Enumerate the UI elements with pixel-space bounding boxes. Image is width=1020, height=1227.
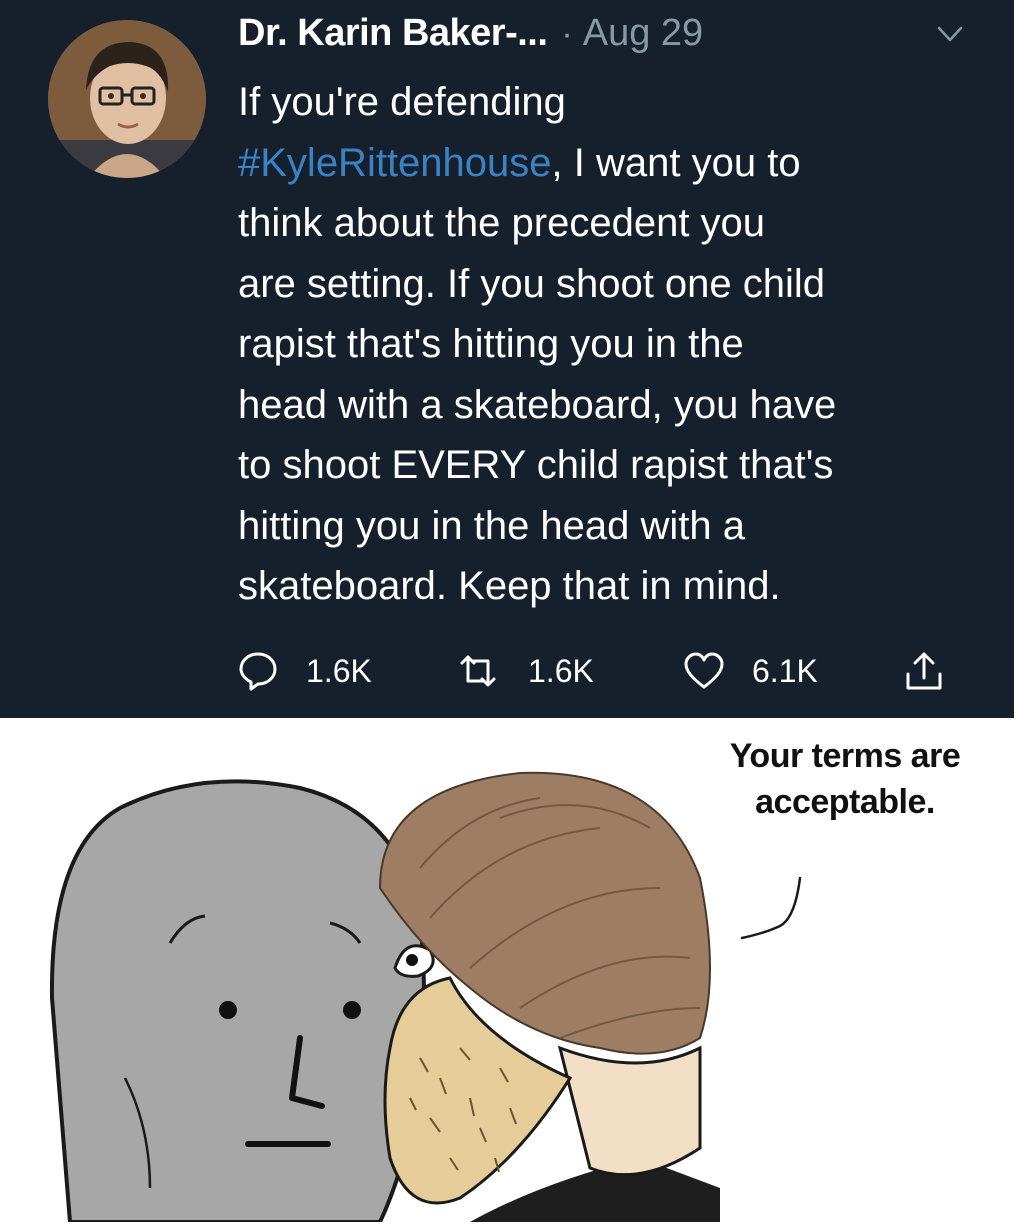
- tweet-line: are setting. If you shoot one child: [238, 261, 826, 306]
- tweet-line: hitting you in the head with a: [238, 503, 746, 548]
- avatar[interactable]: [48, 20, 206, 178]
- tweet-line: rapist that's hitting you in the: [238, 322, 744, 366]
- heart-icon: [684, 652, 724, 689]
- action-bar: 1.6K 1.6K 6.1K: [236, 642, 976, 700]
- tweet-line: If you're defending: [238, 80, 566, 124]
- reply-count: 1.6K: [306, 652, 372, 689]
- chevron-down-icon[interactable]: [935, 22, 965, 46]
- retweet-icon: [460, 655, 496, 687]
- speech-bubble-icon: [239, 652, 277, 691]
- speech-line: acceptable.: [755, 783, 935, 821]
- speech-line: Your terms are: [729, 737, 961, 775]
- separator-dot: ·: [561, 15, 573, 53]
- tweet-line: think about the precedent you: [238, 201, 766, 245]
- hashtag-link[interactable]: #KyleRittenhouse: [238, 141, 552, 185]
- tweet-date[interactable]: Aug 29: [583, 12, 703, 55]
- image-border: [1014, 0, 1020, 718]
- reply-button[interactable]: 1.6K: [236, 642, 372, 700]
- tweet-line: #KyleRittenhouse, I want you to: [238, 133, 998, 194]
- tweet-line-text: , I want you to: [551, 140, 801, 185]
- author-name[interactable]: Dr. Karin Baker-...: [238, 12, 548, 55]
- tweet-line: skateboard. Keep that in mind.: [238, 564, 781, 608]
- share-icon: [906, 652, 942, 690]
- like-count: 6.1K: [752, 652, 818, 689]
- like-button[interactable]: 6.1K: [682, 642, 818, 700]
- tweet-line: head with a skateboard, you have: [238, 382, 837, 427]
- npc-figure: [49, 779, 426, 1224]
- tweet-line: to shoot EVERY child rapist that's: [238, 443, 834, 487]
- retweet-button[interactable]: 1.6K: [454, 642, 594, 700]
- tweet-card: Dr. Karin Baker-... · Aug 29 If you're d…: [0, 0, 1014, 718]
- tweet-header: Dr. Karin Baker-... · Aug 29: [238, 12, 703, 62]
- retweet-count: 1.6K: [528, 652, 594, 689]
- tweet-text: If you're defending #KyleRittenhouse, I …: [238, 72, 998, 617]
- share-button[interactable]: [902, 642, 946, 700]
- speech-text: Your terms are acceptable.: [700, 733, 990, 825]
